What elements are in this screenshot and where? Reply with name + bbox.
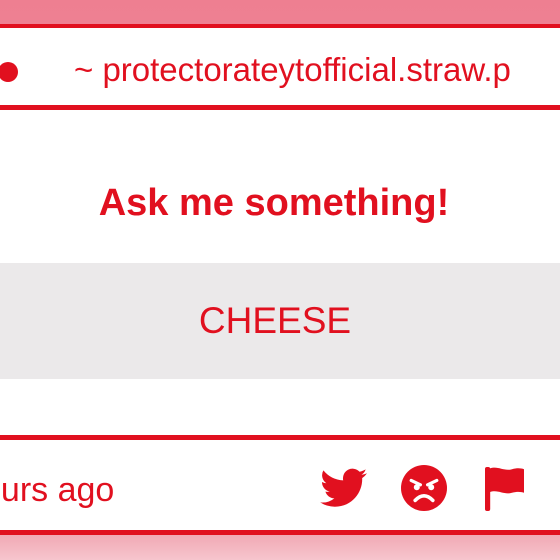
question-card: Ask me something! CHEESE [0, 110, 560, 435]
url-bar[interactable]: ~ protectorateytofficial.straw.p [0, 24, 560, 110]
page-title: Ask me something! [98, 182, 450, 224]
footer-bar: ours ago [0, 435, 560, 535]
timestamp: ours ago [0, 471, 115, 509]
flag-icon[interactable] [480, 464, 528, 512]
angry-face-icon[interactable] [400, 464, 448, 512]
answer-text: CHEESE [198, 300, 352, 341]
url-text[interactable]: ~ protectorateytofficial.straw.p [74, 48, 511, 92]
answer-box: CHEESE [0, 263, 560, 379]
record-dot-icon [0, 62, 18, 82]
twitter-icon[interactable] [320, 464, 368, 512]
page: ~ protectorateytofficial.straw.p Ask me … [0, 0, 560, 560]
